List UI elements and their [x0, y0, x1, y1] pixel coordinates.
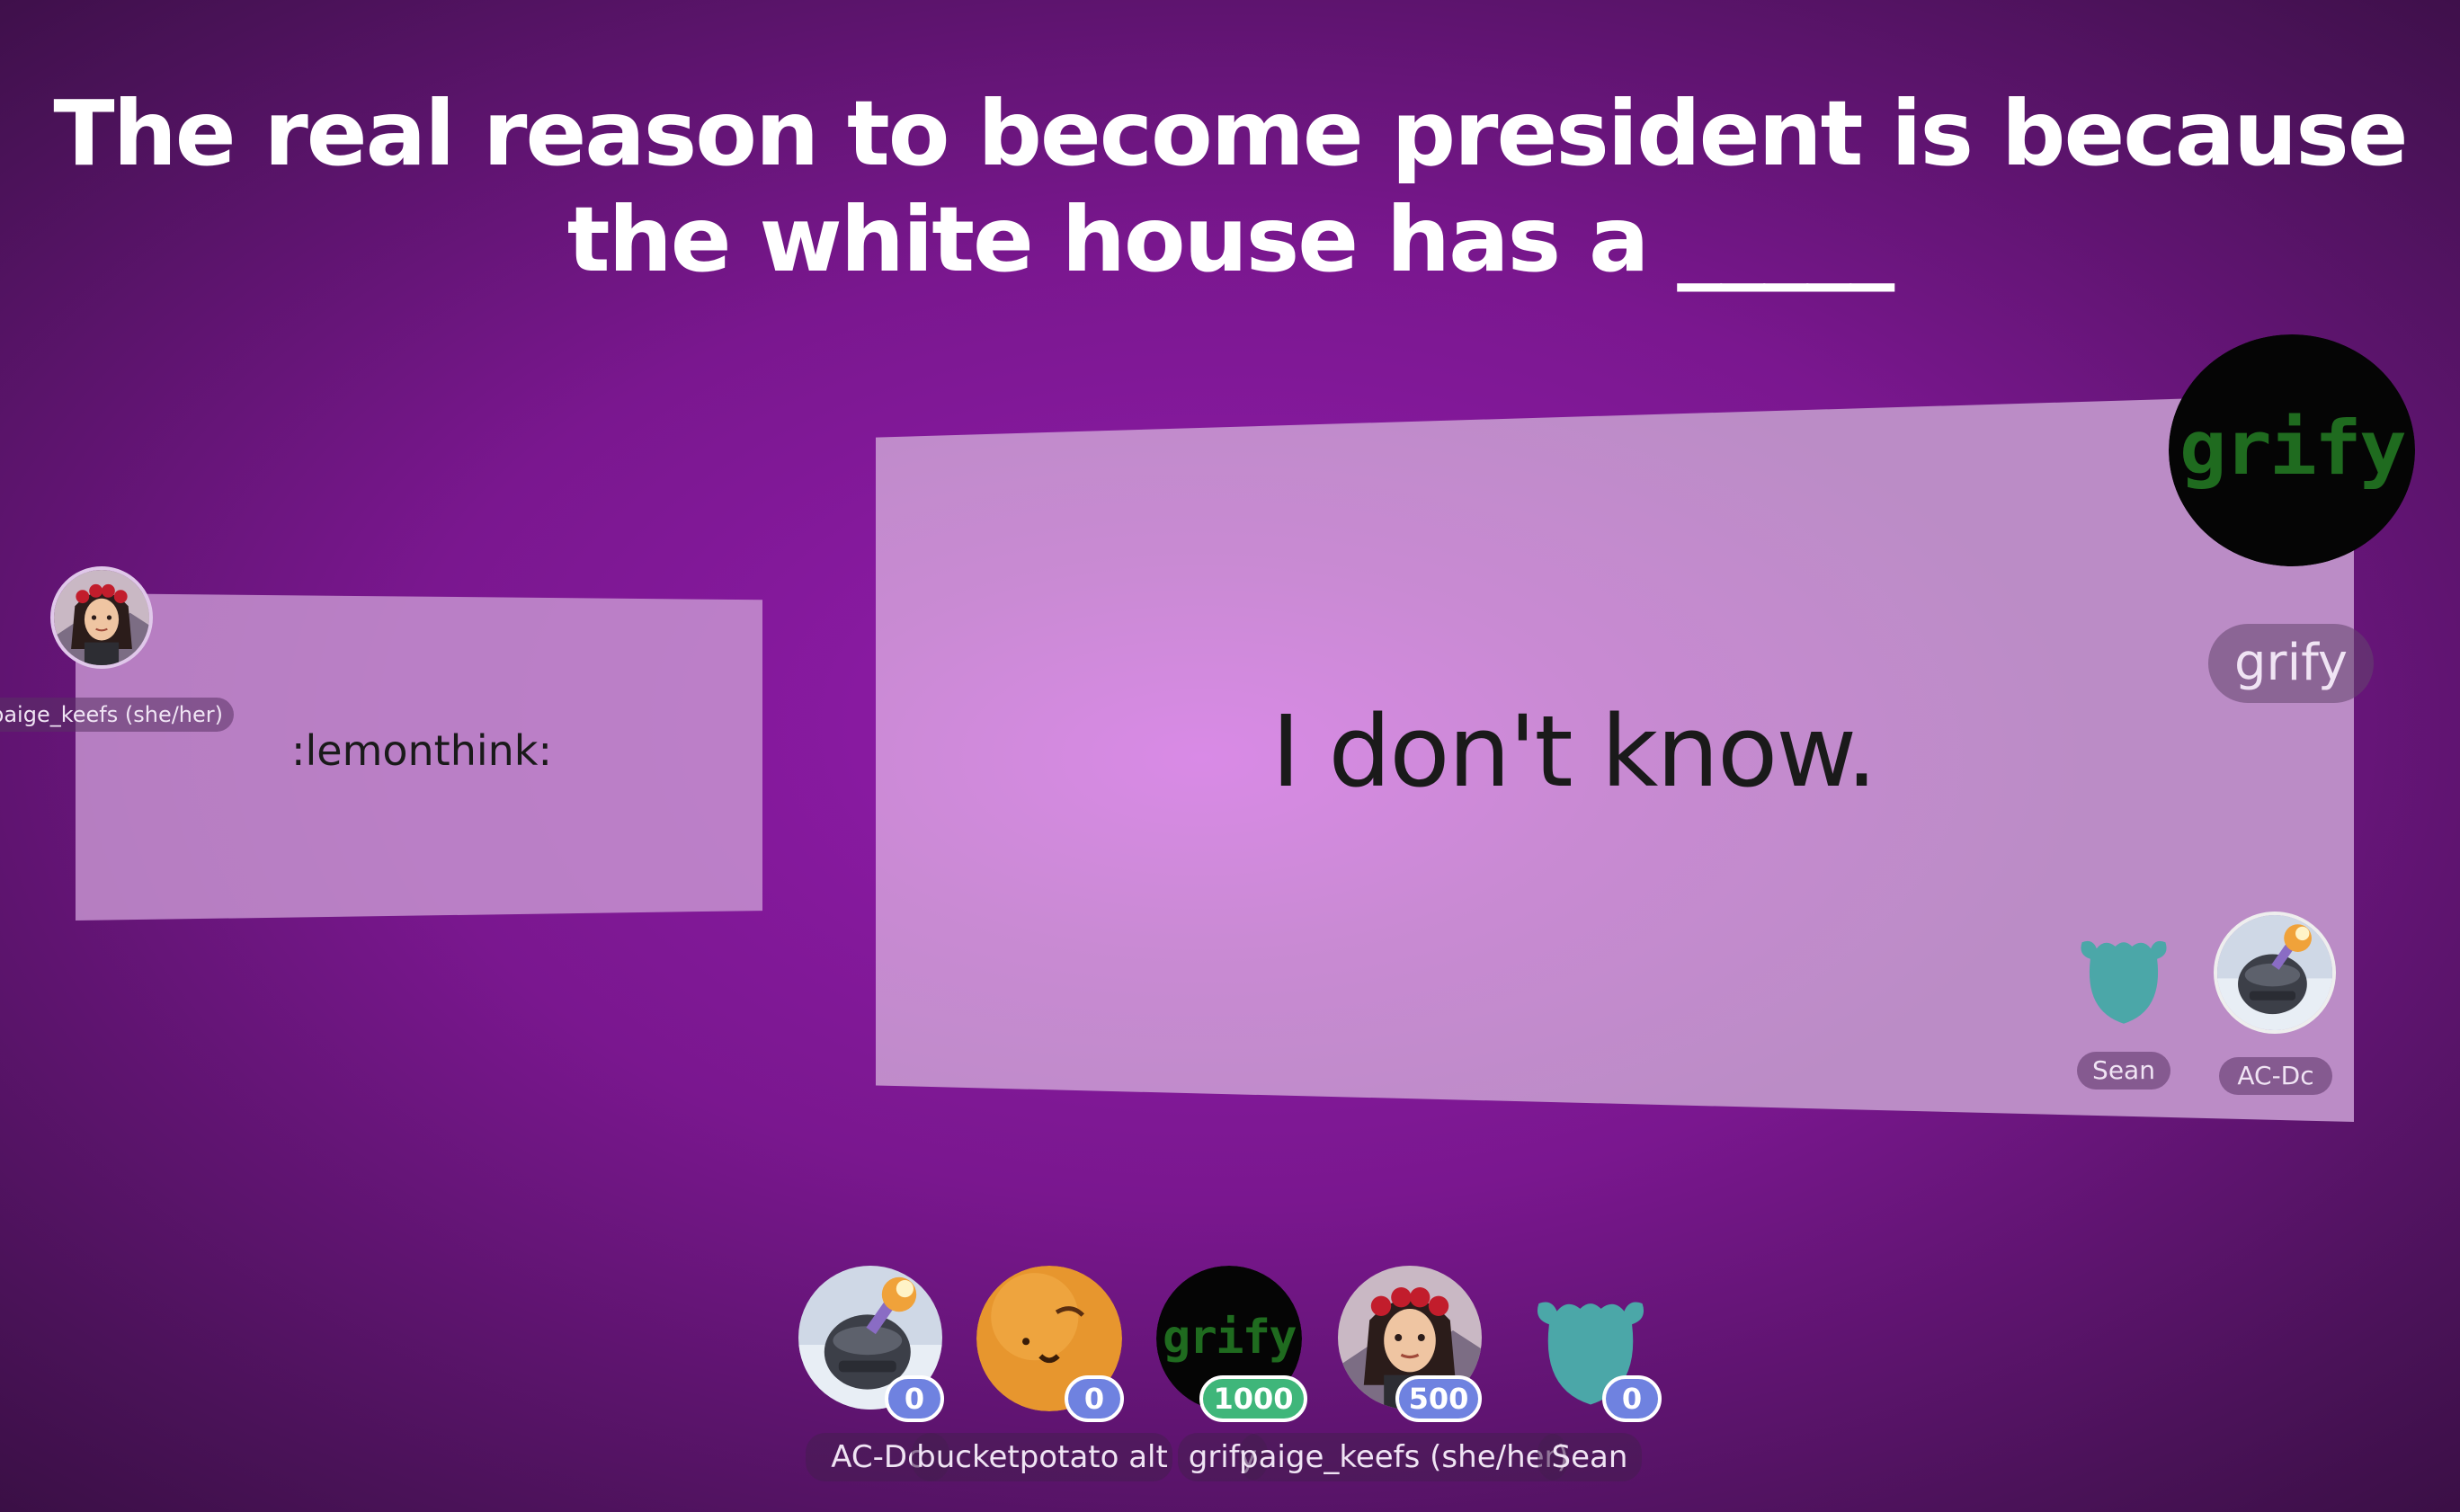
- voter-pan-robot-avatar: [2214, 912, 2336, 1034]
- author-name-pill: grify: [2208, 624, 2374, 703]
- answer-text: I don't know.: [1271, 694, 1877, 809]
- voter-name-pill: Sean: [2077, 1052, 2170, 1090]
- prompt-question: The real reason to become president is b…: [0, 81, 2460, 293]
- player-name-pill: paige_keefs (she/her): [1239, 1433, 1569, 1481]
- player-score-badge: 0: [1602, 1375, 1662, 1422]
- player-name-pill: Sean: [1538, 1433, 1642, 1481]
- player-score-badge: 1000: [1199, 1375, 1307, 1422]
- voter-name-pill: AC-Dc: [2219, 1057, 2332, 1095]
- player-score-badge: 500: [1395, 1375, 1482, 1422]
- player-score-badge: 0: [885, 1375, 944, 1422]
- answer-text: :lemonthink:: [291, 726, 552, 775]
- answer-card-left[interactable]: :lemonthink:: [76, 593, 762, 921]
- author-avatar-girl-flower-crown: [50, 566, 153, 669]
- player-score-badge: 0: [1065, 1375, 1124, 1422]
- voter-teal-blob-icon: [2072, 928, 2176, 1032]
- prompt-line-1: The real reason to become president is b…: [53, 81, 2408, 186]
- player-name-pill: bucketpotato alt: [912, 1433, 1172, 1481]
- author-name-pill: paige_keefs (she/her): [0, 698, 234, 732]
- grify-logo-avatar: [2169, 334, 2415, 566]
- prompt-line-2: the white house has a _____: [566, 187, 1894, 292]
